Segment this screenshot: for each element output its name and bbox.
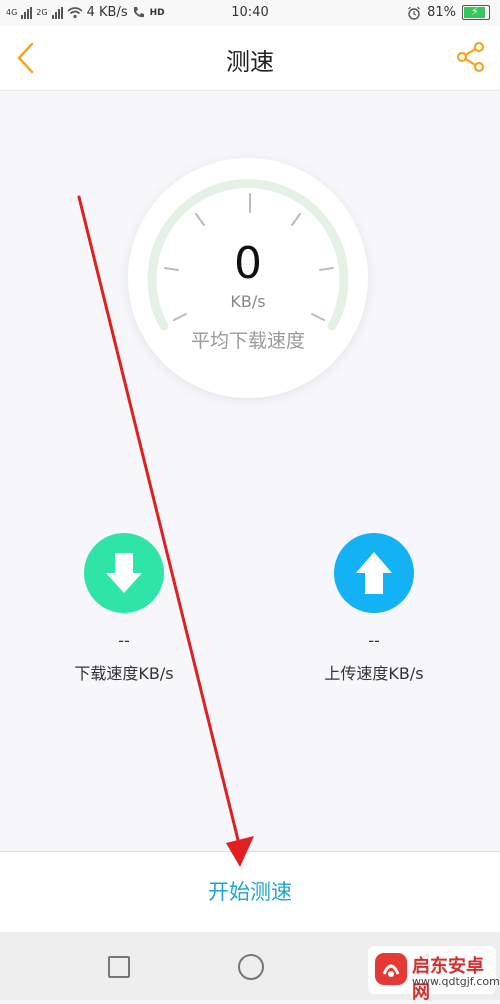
upload-label: 上传速度KB/s [324,664,424,683]
recent-apps-icon[interactable] [108,956,130,978]
share-icon [456,41,485,73]
annotation-arrow [77,195,254,867]
gauge-value: 0 [234,238,262,289]
status-bar: 4G 2G 4 KB/s HD 10:40 81% ⚡ [0,0,500,26]
app-header: 测速 [0,26,500,91]
gauge-label: 平均下载速度 [190,330,305,352]
watermark-logo-icon [375,953,407,985]
download-label: 下载速度KB/s [74,664,174,683]
upload-value: -- [368,631,380,650]
arrow-up-icon [356,552,392,594]
status-right: 81% ⚡ [407,5,490,20]
upload-indicator [334,533,414,613]
arrow-down-icon [106,553,142,593]
battery-icon: ⚡ [462,5,490,20]
download-indicator [84,533,164,613]
watermark: 启东安卓网 www.qdtgjf.com [368,946,500,1003]
alarm-icon [408,6,420,20]
speed-gauge: 0 KB/s 平均下载速度 [128,158,368,398]
watermark-url: www.qdtgjf.com [412,975,500,988]
page-title: 测速 [226,48,274,76]
battery-percent: 81% [427,5,456,20]
share-button[interactable] [454,40,488,74]
download-value: -- [118,631,130,650]
home-icon[interactable] [238,954,264,980]
start-test-button[interactable]: 开始测速 [0,852,500,932]
gauge-unit: KB/s [230,292,266,311]
